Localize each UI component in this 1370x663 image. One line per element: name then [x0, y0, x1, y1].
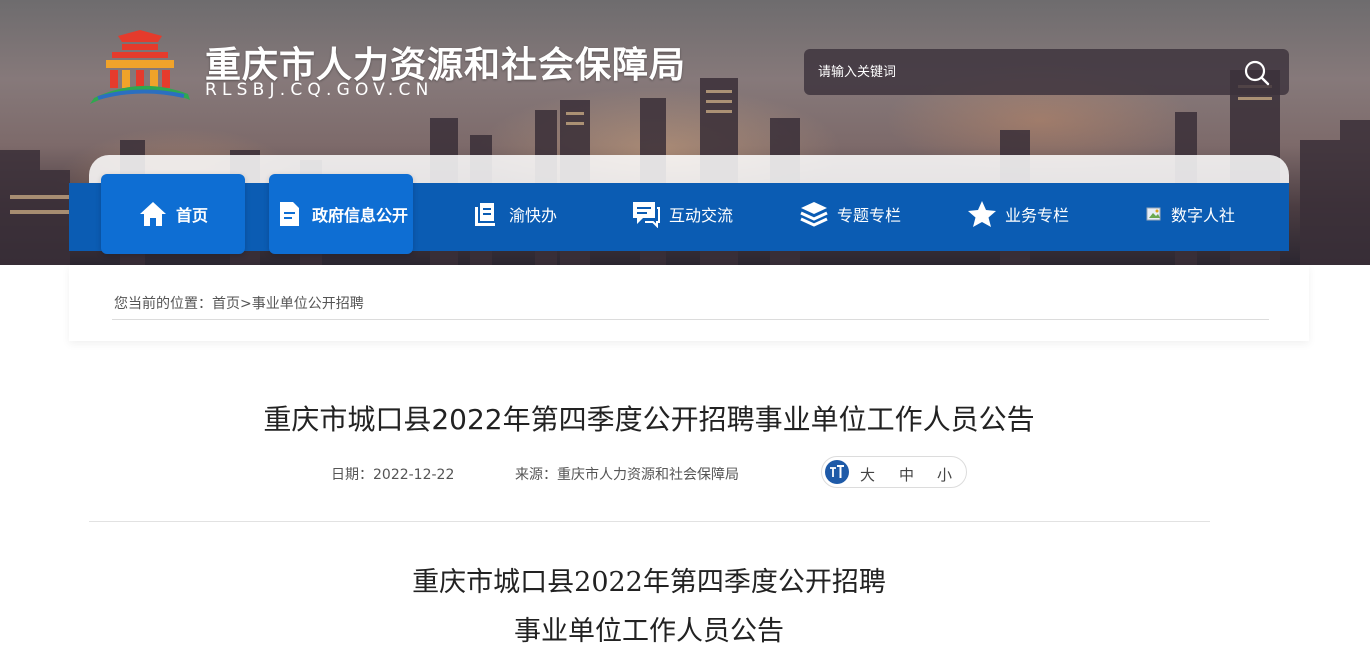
breadcrumb-current-link[interactable]: 事业单位公开招聘 [252, 296, 364, 312]
breadcrumb-prefix: 您当前的位置： [114, 296, 212, 312]
nav-label: 数字人社 [1170, 206, 1235, 225]
star-icon [967, 199, 997, 229]
breadcrumb-panel: 您当前的位置：首页>事业单位公开招聘 [69, 265, 1309, 341]
nav-item-home[interactable]: 首页 [101, 174, 245, 254]
breadcrumb-separator: > [240, 296, 252, 312]
nav-label: 渝快办 [508, 206, 557, 225]
search-button[interactable] [1243, 59, 1271, 87]
nav-label: 首页 [175, 206, 208, 225]
nav-item-business[interactable]: 业务专栏 [953, 174, 1083, 254]
body-title-line-1: 重庆市城口县2022年第四季度公开招聘 [412, 567, 886, 598]
site-domain: RLSBJ.CQ.GOV.CN [205, 80, 434, 100]
content-divider [89, 521, 1210, 522]
font-size-small-button[interactable]: 小 [937, 464, 952, 485]
font-size-large-button[interactable]: 大 [860, 464, 875, 485]
breadcrumb-home-link[interactable]: 首页 [212, 296, 240, 312]
font-size-switcher: 大 中 小 [821, 456, 967, 488]
nav-item-gov-info[interactable]: 政府信息公开 [269, 174, 413, 254]
nav-item-special-topics[interactable]: 专题专栏 [785, 174, 915, 254]
search-icon [1244, 60, 1270, 86]
nav-label: 业务专栏 [1004, 206, 1069, 225]
breadcrumb-divider [112, 319, 1269, 320]
body-title-line-2: 事业单位工作人员公告 [514, 616, 784, 647]
nav-item-interaction[interactable]: 互动交流 [617, 174, 747, 254]
layers-icon [799, 199, 829, 229]
nav-label: 互动交流 [668, 206, 733, 225]
bureau-logo [90, 30, 190, 104]
article-source: 来源：重庆市人力资源和社会保障局 [515, 464, 739, 484]
font-size-icon [825, 460, 849, 484]
date-value: 2022-12-22 [373, 467, 455, 483]
book-icon [471, 199, 501, 229]
nav-label: 专题专栏 [836, 206, 901, 225]
search-box [804, 49, 1289, 95]
nav-label: 政府信息公开 [311, 206, 408, 225]
article-date: 日期：2022-12-22 [331, 464, 454, 484]
site-title: 重庆市人力资源和社会保障局 [205, 45, 687, 86]
broken-image-icon [1145, 199, 1163, 229]
search-input[interactable] [818, 60, 1218, 84]
breadcrumb: 您当前的位置：首页>事业单位公开招聘 [114, 293, 364, 313]
document-icon [274, 199, 304, 229]
date-label: 日期： [331, 467, 373, 483]
nav-item-digital-hr[interactable]: 数字人社 [1125, 174, 1255, 254]
home-icon [138, 199, 168, 229]
chat-icon [631, 199, 661, 229]
font-size-medium-button[interactable]: 中 [899, 464, 914, 485]
article-title: 重庆市城口县2022年第四季度公开招聘事业单位工作人员公告 [263, 403, 1035, 436]
source-label: 来源： [515, 467, 557, 483]
main-nav: 首页 政府信息公开 渝快办 互动交流 专题专栏 业务专栏 数字人社 [69, 174, 1289, 254]
source-value: 重庆市人力资源和社会保障局 [557, 467, 739, 483]
nav-item-yukuaiban[interactable]: 渝快办 [459, 174, 569, 254]
